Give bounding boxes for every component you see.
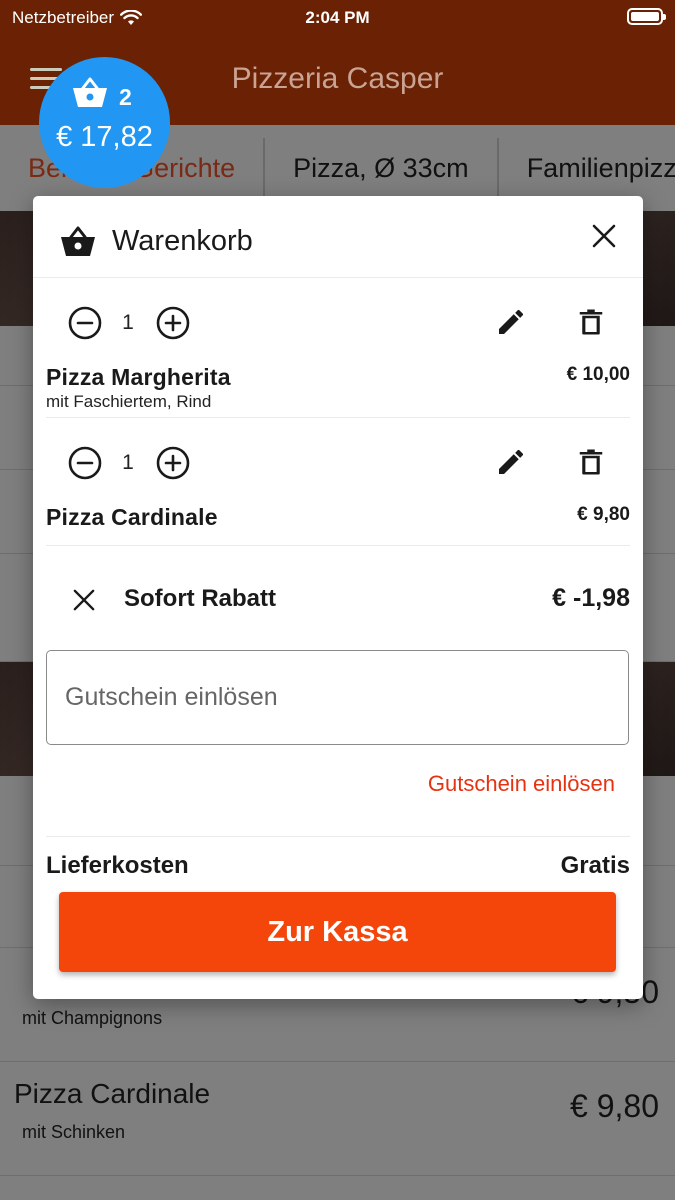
voucher-input[interactable] [46,650,629,745]
discount-label: Sofort Rabatt [124,585,276,612]
edit-item-button[interactable] [491,302,531,342]
cart-total: € 17,82 [56,121,153,153]
increase-quantity-button[interactable] [154,444,192,482]
edit-pencil-icon [499,309,524,334]
cart-badge[interactable]: 2 € 17,82 [39,57,170,188]
checkout-button[interactable]: Zur Kassa [59,892,616,972]
cart-dialog-title: Warenkorb [112,225,253,257]
plus-circle-icon [156,306,190,340]
trash-icon [579,309,603,335]
menu-item-description: mit Champignons [22,1008,163,1028]
minus-circle-icon [68,306,102,340]
increase-quantity-button[interactable] [154,304,192,342]
trash-icon [579,449,603,475]
item-quantity: 1 [122,311,134,334]
edit-pencil-icon [499,449,524,474]
cart-dialog: Warenkorb 1 Pizza Margherita mit Faschie… [33,196,643,999]
close-icon [73,589,95,611]
basket-icon [73,77,107,107]
menu-row[interactable]: Pizza Cardinale mit Schinken € 9,80 [0,1062,675,1176]
item-name: Pizza Cardinale [46,504,218,530]
minus-circle-icon [68,446,102,480]
discount-row: Sofort Rabatt € -1,98 [46,546,630,646]
tab-family-pizza[interactable]: Familienpizza [499,138,675,198]
item-name: Pizza Margherita [46,364,231,390]
delete-item-button[interactable] [571,302,611,342]
cart-item: 1 Pizza Margherita mit Faschiertem, Rind… [46,278,630,418]
decrease-quantity-button[interactable] [66,304,104,342]
delivery-cost-value: Gratis [560,852,630,879]
tab-pizza[interactable]: Pizza, Ø 33cm [265,138,499,198]
edit-item-button[interactable] [491,442,531,482]
menu-item-price: € 9,80 [570,1088,659,1124]
item-description: mit Faschiertem, Rind [46,392,212,411]
item-price: € 10,00 [566,364,630,385]
cart-dialog-header: Warenkorb [33,196,643,278]
battery-icon [627,8,666,25]
delivery-cost-label: Lieferkosten [46,852,189,879]
close-icon [592,224,616,248]
item-price: € 9,80 [577,504,630,525]
decrease-quantity-button[interactable] [66,444,104,482]
close-button[interactable] [586,218,622,254]
delete-item-button[interactable] [571,442,611,482]
cart-item: 1 Pizza Cardinale € 9,80 [46,418,630,546]
basket-icon [61,226,95,256]
redeem-voucher-link[interactable]: Gutschein einlösen [428,771,615,797]
delivery-cost-row: Lieferkosten Gratis [46,836,630,886]
menu-item-description: mit Schinken [22,1122,126,1142]
menu-row [0,1176,675,1200]
discount-value: € -1,98 [552,584,630,612]
plus-circle-icon [156,446,190,480]
status-bar: Netzbetreiber 2:04 PM [0,0,675,34]
status-time: 2:04 PM [305,8,370,27]
item-quantity: 1 [122,451,134,474]
cart-count: 2 [119,84,132,110]
menu-item-name: Pizza Cardinale [14,1078,211,1109]
remove-discount-button[interactable] [66,582,102,618]
